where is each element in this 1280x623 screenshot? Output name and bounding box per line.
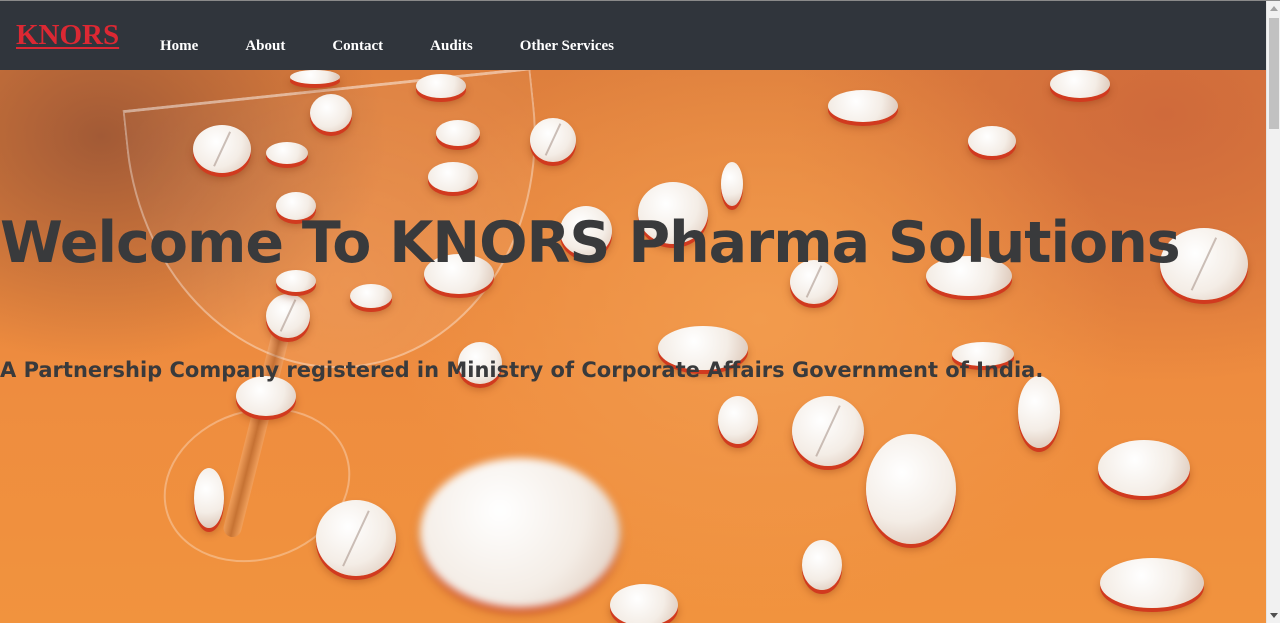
pill-image [721, 162, 743, 206]
pill-image [610, 584, 678, 623]
pill-image [436, 120, 480, 146]
pill-image [1018, 376, 1060, 448]
scroll-up-arrow-icon[interactable] [1270, 6, 1278, 11]
pill-image [718, 396, 758, 444]
pill-image [310, 94, 352, 132]
hero-banner: Welcome To KNORS Pharma Solutions A Part… [0, 70, 1266, 623]
pill-image [866, 434, 956, 544]
nav-audits-link[interactable]: Audits [430, 37, 473, 55]
hero-subtitle: A Partnership Company registered in Mini… [0, 358, 1044, 382]
top-navbar: KNORS Home About Contact Audits Other Se… [0, 1, 1266, 70]
pill-image [290, 70, 340, 84]
scroll-down-arrow-icon[interactable] [1270, 613, 1278, 618]
pill-image [1050, 70, 1110, 98]
pill-image [416, 74, 466, 98]
nav-other-services-link[interactable]: Other Services [520, 37, 614, 55]
page-scrollbar[interactable] [1266, 1, 1280, 623]
nav-links: Home About Contact Audits Other Services [160, 37, 614, 55]
pill-image [802, 540, 842, 590]
nav-contact-link[interactable]: Contact [332, 37, 383, 55]
pill-image [420, 458, 620, 608]
pill-image [828, 90, 898, 122]
pill-image [1100, 558, 1204, 608]
scrollbar-thumb[interactable] [1269, 18, 1279, 129]
brand-logo[interactable]: KNORS [16, 18, 119, 52]
pill-image [428, 162, 478, 192]
pill-image [266, 142, 308, 164]
pill-image [194, 468, 224, 528]
pill-image [350, 284, 392, 308]
pill-image [968, 126, 1016, 156]
pill-image [193, 125, 251, 173]
pill-image [792, 396, 864, 466]
pill-image [266, 294, 310, 338]
nav-home-link[interactable]: Home [160, 37, 198, 55]
hero-title: Welcome To KNORS Pharma Solutions [0, 210, 1181, 276]
pill-image [530, 118, 576, 162]
nav-about-link[interactable]: About [245, 37, 285, 55]
pill-image [1098, 440, 1190, 496]
pill-image [316, 500, 396, 576]
